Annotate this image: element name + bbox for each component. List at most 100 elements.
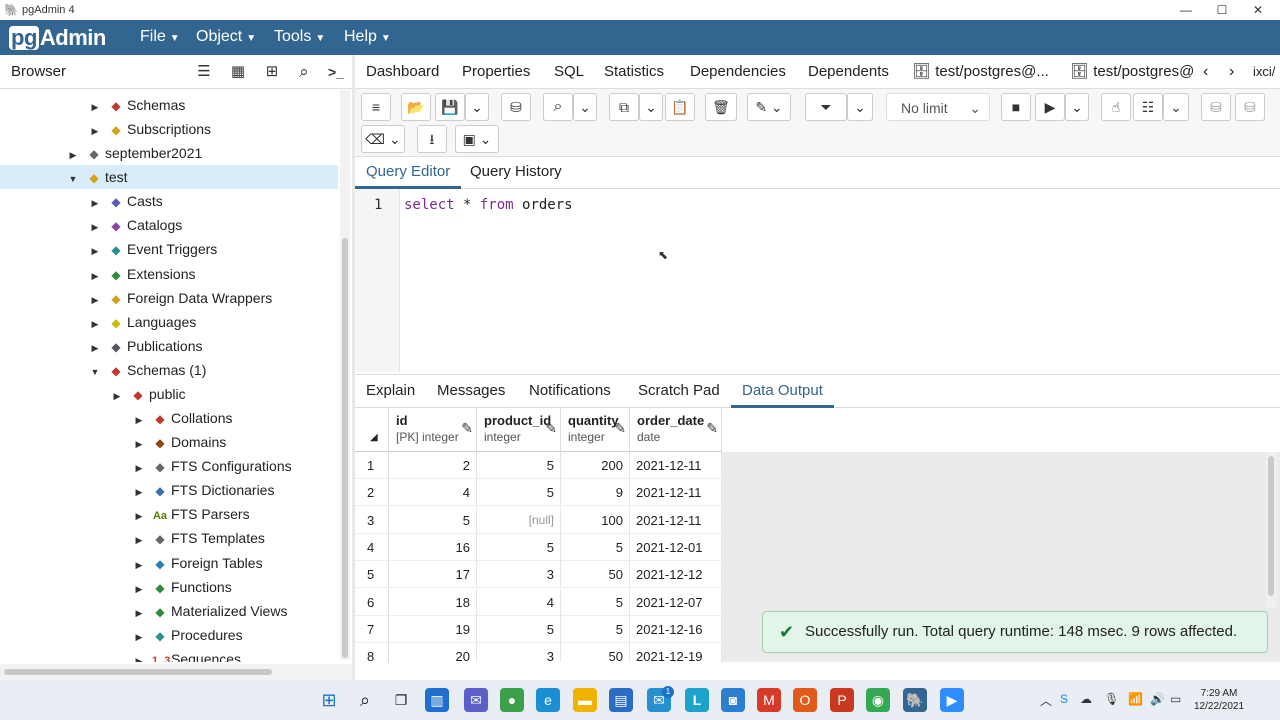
wifi-icon[interactable]: 📶 xyxy=(1128,692,1143,706)
chrome-icon[interactable]: ◉ xyxy=(866,688,890,712)
widgets-icon[interactable]: ▥ xyxy=(425,688,449,712)
success-notification[interactable]: ✔ Successfully run. Total query runtime:… xyxy=(762,611,1268,653)
chevron-right-icon[interactable]: ▶ xyxy=(132,432,146,456)
explain-icon[interactable]: ☝ xyxy=(1101,93,1131,121)
chevron-right-icon[interactable]: ▶ xyxy=(88,239,102,263)
clear-dropdown-icon[interactable]: ⌫ ⌄ xyxy=(361,125,405,153)
row-number[interactable]: 7 xyxy=(355,615,389,643)
tree-node-procedures[interactable]: ▶ ◆ Procedures xyxy=(0,623,338,647)
chevron-right-icon[interactable]: ▶ xyxy=(132,456,146,480)
tree-node-domains[interactable]: ▶ ◆ Domains xyxy=(0,430,338,454)
row-number[interactable]: 2 xyxy=(355,479,389,507)
menu-object[interactable]: Object ▼ xyxy=(196,20,256,55)
sql-editor[interactable]: 1 select * from orders xyxy=(355,189,1280,372)
tree-node-publications[interactable]: ▶ ◆ Publications xyxy=(0,334,338,358)
close-button[interactable]: ✕ xyxy=(1240,0,1276,20)
chevron-right-icon[interactable]: ▶ xyxy=(110,384,124,408)
tree-node-fts-dictionaries[interactable]: ▶ ◆ FTS Dictionaries xyxy=(0,478,338,502)
chevron-right-icon[interactable]: ▶ xyxy=(88,312,102,336)
windows-start-icon[interactable]: ⊞ xyxy=(317,688,341,712)
download-csv-icon[interactable]: ⭳ xyxy=(417,125,447,153)
cell-id[interactable]: 4 xyxy=(389,479,477,507)
taskbar-search-icon[interactable]: ⌕ xyxy=(353,688,377,712)
chevron-right-icon[interactable]: ▶ xyxy=(132,480,146,504)
tree-node-functions[interactable]: ▶ ◆ Functions xyxy=(0,575,338,599)
tree-node-extensions[interactable]: ▶ ◆ Extensions xyxy=(0,262,338,286)
column-header-id[interactable]: id [PK] integer ✎ xyxy=(389,408,477,452)
cell-product-id[interactable]: 5 xyxy=(477,615,561,643)
tree-node-september2021[interactable]: ▶ ◆ september2021 xyxy=(0,141,338,165)
row-number[interactable]: 1 xyxy=(355,452,389,479)
tab-query-editor[interactable]: Query Editor xyxy=(355,157,462,189)
tree-node-foreign-data-wrappers[interactable]: ▶ ◆ Foreign Data Wrappers xyxy=(0,286,338,310)
tab-scroll-right-icon[interactable]: › xyxy=(1229,55,1234,89)
row-number[interactable]: 3 xyxy=(355,506,389,534)
cell-product-id[interactable]: 3 xyxy=(477,561,561,589)
tree-node-schemas[interactable]: ▶ ◆ Schemas xyxy=(0,93,338,117)
sql-code-line[interactable]: select * from orders xyxy=(404,197,573,213)
chevron-right-icon[interactable]: ▶ xyxy=(88,215,102,239)
object-explorer-icon[interactable]: ☰ xyxy=(190,59,218,85)
cell-quantity[interactable]: 50 xyxy=(561,643,630,662)
volume-icon[interactable]: 🔊 xyxy=(1150,692,1165,706)
tree-node-collations[interactable]: ▶ ◆ Collations xyxy=(0,406,338,430)
tray-overflow-chevron-icon[interactable]: ︿ xyxy=(1040,692,1052,709)
chevron-right-icon[interactable]: ▶ xyxy=(88,336,102,360)
chevron-right-icon[interactable]: ▶ xyxy=(132,601,146,625)
cell-id[interactable]: 19 xyxy=(389,615,477,643)
row-number[interactable]: 4 xyxy=(355,533,389,561)
tab-sql[interactable]: SQL xyxy=(554,55,584,89)
tree-node-fts-configurations[interactable]: ▶ ◆ FTS Configurations xyxy=(0,454,338,478)
tree-node-schemas-1[interactable]: ▼ ◆ Schemas (1) xyxy=(0,358,338,382)
tree-node-foreign-tables[interactable]: ▶ ◆ Foreign Tables xyxy=(0,551,338,575)
execute-dropdown-chevron-icon[interactable]: ⌄ xyxy=(1065,93,1089,121)
cell-quantity[interactable]: 50 xyxy=(561,561,630,589)
cell-quantity[interactable]: 5 xyxy=(561,533,630,561)
outlook-icon[interactable]: ◙ xyxy=(721,688,745,712)
pgadmin-taskbar-icon[interactable]: 🐘 xyxy=(903,688,927,712)
grid-vertical-scrollbar[interactable] xyxy=(1266,452,1276,608)
chevron-right-icon[interactable]: ▶ xyxy=(132,408,146,432)
cancel-query-icon[interactable]: ■ xyxy=(1001,93,1031,121)
tab-dependencies[interactable]: Dependencies xyxy=(690,55,786,89)
column-header-product-id[interactable]: product_id integer ✎ xyxy=(477,408,561,452)
store-icon[interactable]: ▤ xyxy=(609,688,633,712)
cell-quantity[interactable]: 5 xyxy=(561,588,630,616)
cell-order-date[interactable]: 2021-12-19 xyxy=(630,643,722,662)
microphone-icon[interactable]: 🎙 xyxy=(1104,692,1119,706)
row-limit-select[interactable]: No limit ⌄ xyxy=(886,93,990,121)
teams-chat-icon[interactable]: ✉ xyxy=(464,688,488,712)
cell-order-date[interactable]: 2021-12-01 xyxy=(630,533,722,561)
save-data-changes-icon[interactable]: ⛁ xyxy=(501,93,531,121)
maximize-button[interactable]: ☐ xyxy=(1204,0,1240,20)
cell-id[interactable]: 5 xyxy=(389,506,477,534)
chevron-right-icon[interactable]: ▶ xyxy=(88,119,102,143)
minimize-button[interactable]: — xyxy=(1168,0,1204,20)
save-dropdown-chevron-icon[interactable]: ⌄ xyxy=(465,93,489,121)
tab-notifications[interactable]: Notifications xyxy=(529,375,611,408)
chevron-right-icon[interactable]: ▶ xyxy=(132,625,146,649)
column-header-order-date[interactable]: order_date date ✎ xyxy=(630,408,722,452)
menu-file[interactable]: File ▼ xyxy=(140,20,180,55)
tree-vertical-scrollbar[interactable] xyxy=(340,90,350,660)
cell-order-date[interactable]: 2021-12-12 xyxy=(630,561,722,589)
tree-node-fts-parsers[interactable]: ▶ Aa FTS Parsers xyxy=(0,502,338,526)
find-dropdown-chevron-icon[interactable]: ⌄ xyxy=(573,93,597,121)
menu-help[interactable]: Help ▼ xyxy=(344,20,391,55)
explain-analyze-icon[interactable]: ☷ xyxy=(1133,93,1163,121)
rollback-icon[interactable]: ⛁ xyxy=(1235,93,1265,121)
tree-horizontal-scrollbar[interactable] xyxy=(0,664,352,680)
cell-order-date[interactable]: 2021-12-11 xyxy=(630,452,722,479)
row-number[interactable]: 5 xyxy=(355,561,389,589)
chevron-right-icon[interactable]: ▶ xyxy=(88,288,102,312)
tree-node-materialized-views[interactable]: ▶ ◆ Materialized Views xyxy=(0,599,338,623)
copy-dropdown-chevron-icon[interactable]: ⌄ xyxy=(639,93,663,121)
tree-node-fts-templates[interactable]: ▶ ◆ FTS Templates xyxy=(0,526,338,550)
zoom-icon[interactable]: ▶ xyxy=(940,688,964,712)
chevron-right-icon[interactable]: ▶ xyxy=(66,143,80,167)
tab-query-tool-1[interactable]: 🗄 test/postgres@... xyxy=(912,55,1049,89)
tab-dashboard[interactable]: Dashboard xyxy=(366,55,439,89)
tab-dependents[interactable]: Dependents xyxy=(808,55,889,89)
cell-id[interactable]: 20 xyxy=(389,643,477,662)
cell-product-id[interactable]: 4 xyxy=(477,588,561,616)
